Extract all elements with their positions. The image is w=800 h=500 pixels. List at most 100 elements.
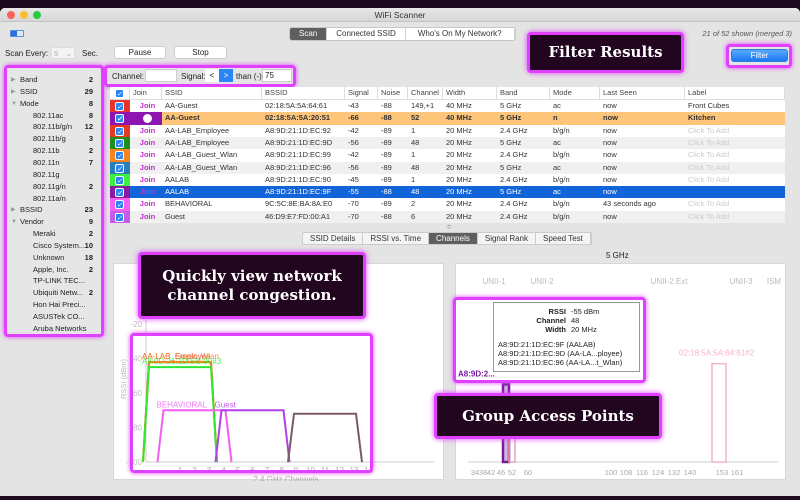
column-header[interactable]: Band	[497, 87, 550, 100]
row-checkbox[interactable]: ✓	[115, 188, 124, 198]
join-button[interactable]: Join	[130, 186, 162, 199]
table-row[interactable]: ✓ Join Guest 46:D9:E7:FD:00:A1 -70 -88 6 20 MHz…	[110, 210, 785, 223]
column-header[interactable]: Signal	[345, 87, 378, 100]
signal-less-than-toggle[interactable]: <	[205, 69, 219, 82]
row-checkbox[interactable]: ✓	[115, 200, 124, 210]
zoom-button[interactable]	[33, 11, 41, 19]
close-button[interactable]	[7, 11, 15, 19]
table-row[interactable]: ✓ Join AALAB A8:9D:21:1D:EC:90 -45 -89 1 20 MHz…	[110, 173, 785, 187]
row-color-swatch: ✓	[110, 161, 130, 174]
split-handle[interactable]: ≑	[446, 223, 452, 231]
cell-bssid: A8:9D:21:1D:EC:9D	[265, 137, 333, 147]
row-checkbox[interactable]: ✓	[115, 163, 124, 173]
band-region-label: UNII-1	[482, 277, 506, 286]
table-row[interactable]: ✓ Join AA-Guest 02:18:5A:5A:64:61 -43 -88 149,…	[110, 100, 785, 113]
join-button[interactable]: Join	[130, 174, 162, 187]
column-header[interactable]: Noise	[378, 87, 408, 100]
tooltip-highlight	[453, 297, 646, 383]
join-button[interactable]: Join	[130, 149, 162, 162]
row-checkbox[interactable]: ✓	[115, 102, 124, 111]
table-row[interactable]: ✓ Join AA-LAB_Guest_Wlan A8:9D:21:1D:EC:96 -…	[110, 161, 785, 175]
cell-label[interactable]: Click To Add	[685, 162, 785, 175]
cell-channel: 52	[411, 113, 420, 123]
cell-mode: b/g/n	[553, 150, 570, 160]
sidebar-toggle-icon[interactable]	[10, 30, 24, 37]
row-checkbox[interactable]: ✓	[115, 114, 124, 124]
column-header[interactable]: ✓	[110, 87, 130, 100]
table-row[interactable]: ✓ Join AA-LAB_Employee A8:9D:21:1D:EC:92 -42…	[110, 124, 785, 138]
signal-threshold-input[interactable]: 75	[262, 69, 292, 82]
join-button[interactable]: Join	[130, 198, 162, 211]
tab-rssi-vs-time[interactable]: RSSI vs. Time	[363, 233, 430, 244]
select-all-checkbox[interactable]: ✓	[115, 89, 124, 98]
column-header[interactable]: Channel	[408, 87, 443, 100]
table-row[interactable]: ✓ Join AA-LAB_Employee A8:9D:21:1D:EC:9D -56…	[110, 136, 785, 150]
x-tick-label: 116	[636, 468, 648, 477]
cell-label[interactable]: Click To Add	[685, 125, 785, 138]
join-button[interactable]: Join	[130, 100, 162, 113]
column-header[interactable]: Last Seen	[600, 87, 685, 100]
y-axis-label: RSSI (dBm)	[119, 359, 128, 400]
row-checkbox[interactable]: ✓	[115, 175, 124, 185]
channel-input[interactable]	[145, 69, 177, 82]
column-header[interactable]: Label	[685, 87, 785, 100]
cell-label[interactable]: Click To Add	[685, 137, 785, 150]
pause-button[interactable]: Pause	[114, 46, 166, 59]
cell-channel: 1	[411, 150, 416, 160]
channel-trace	[711, 362, 727, 463]
tab-ssid-details[interactable]: SSID Details	[303, 233, 364, 244]
tab-whos-on-my-network[interactable]: Who's On My Network?	[406, 28, 515, 40]
tab-signal-rank[interactable]: Signal Rank	[478, 233, 536, 244]
signal-greater-than-toggle[interactable]: >	[219, 69, 233, 82]
cell-noise: -88	[381, 113, 392, 123]
row-checkbox[interactable]: ✓	[115, 126, 124, 136]
table-row[interactable]: ✓ Join AA-LAB_Guest_Wlan A8:9D:21:1D:EC:99 -…	[110, 149, 785, 162]
tab-channels[interactable]: Channels	[429, 233, 478, 244]
cell-noise: -88	[381, 211, 392, 221]
join-button[interactable]: Join	[130, 162, 162, 175]
cell-channel: 48	[411, 187, 420, 197]
table-row[interactable]: ✓ Join BEHAVIORAL 9C:5C:8E:BA:8A:E0 -70 -89 2 2…	[110, 198, 785, 211]
five-ghz-title: 5 GHz	[606, 251, 629, 260]
column-header[interactable]: SSID	[162, 87, 262, 100]
cell-mode: b/g/n	[553, 199, 570, 209]
table-row[interactable]: ✓ AA-Guest 02:18:5A:5A:20:51 -66 -88 52 40 MHz…	[110, 112, 785, 128]
tab-connected-ssid[interactable]: Connected SSID	[327, 28, 406, 40]
table-row[interactable]: ✓ Join AALAB A8:9D:21:1D:EC:9F -55 -88 48 20 MH…	[110, 186, 785, 199]
tab-scan[interactable]: Scan	[290, 28, 328, 40]
join-button[interactable]: Join	[130, 125, 162, 138]
tab-speed-test[interactable]: Speed Test	[536, 233, 591, 244]
row-checkbox[interactable]: ✓	[115, 212, 124, 222]
cell-noise: -88	[381, 187, 392, 197]
table-header: ✓ Join SSID BSSID Signal Noise Channel Width Ban…	[110, 87, 785, 100]
join-button[interactable]: Join	[130, 211, 162, 223]
row-color-swatch: ✓	[110, 149, 130, 162]
column-header[interactable]: Width	[443, 87, 497, 100]
cell-label[interactable]: Click To Add	[685, 174, 785, 187]
band-region-label: UNII-2	[530, 277, 554, 286]
cell-label[interactable]: Click To Add	[685, 211, 785, 223]
row-color-swatch: ✓	[110, 112, 130, 125]
column-header[interactable]: Mode	[550, 87, 600, 100]
column-header[interactable]: Join	[130, 87, 162, 100]
column-header[interactable]: BSSID	[262, 87, 345, 100]
cell-width: 20 MHz	[446, 125, 472, 135]
cell-signal: -43	[348, 101, 359, 110]
cell-label[interactable]: Click To Add	[685, 149, 785, 162]
scan-interval-select[interactable]: 5 ⌄	[51, 47, 75, 59]
cell-label[interactable]: Front Cubes	[685, 100, 785, 113]
cell-label[interactable]: Kitchen	[685, 112, 785, 125]
minimize-button[interactable]	[20, 11, 28, 19]
filter-button[interactable]: Filter	[731, 49, 788, 62]
cell-signal: -56	[348, 137, 359, 147]
cell-ssid: AA-Guest	[165, 101, 198, 110]
stop-button[interactable]: Stop	[174, 46, 227, 59]
detail-tabs: SSID Details RSSI vs. Time Channels Sign…	[302, 232, 592, 245]
join-button[interactable]: Join	[130, 137, 162, 150]
cell-ssid: AA-LAB_Guest_Wlan	[165, 150, 238, 160]
cell-band: 2.4 GHz	[500, 150, 528, 160]
cell-label[interactable]: Click To Add	[685, 198, 785, 211]
cell-channel: 149,+1	[411, 101, 435, 110]
row-checkbox[interactable]: ✓	[115, 138, 124, 148]
row-checkbox[interactable]: ✓	[115, 151, 124, 161]
